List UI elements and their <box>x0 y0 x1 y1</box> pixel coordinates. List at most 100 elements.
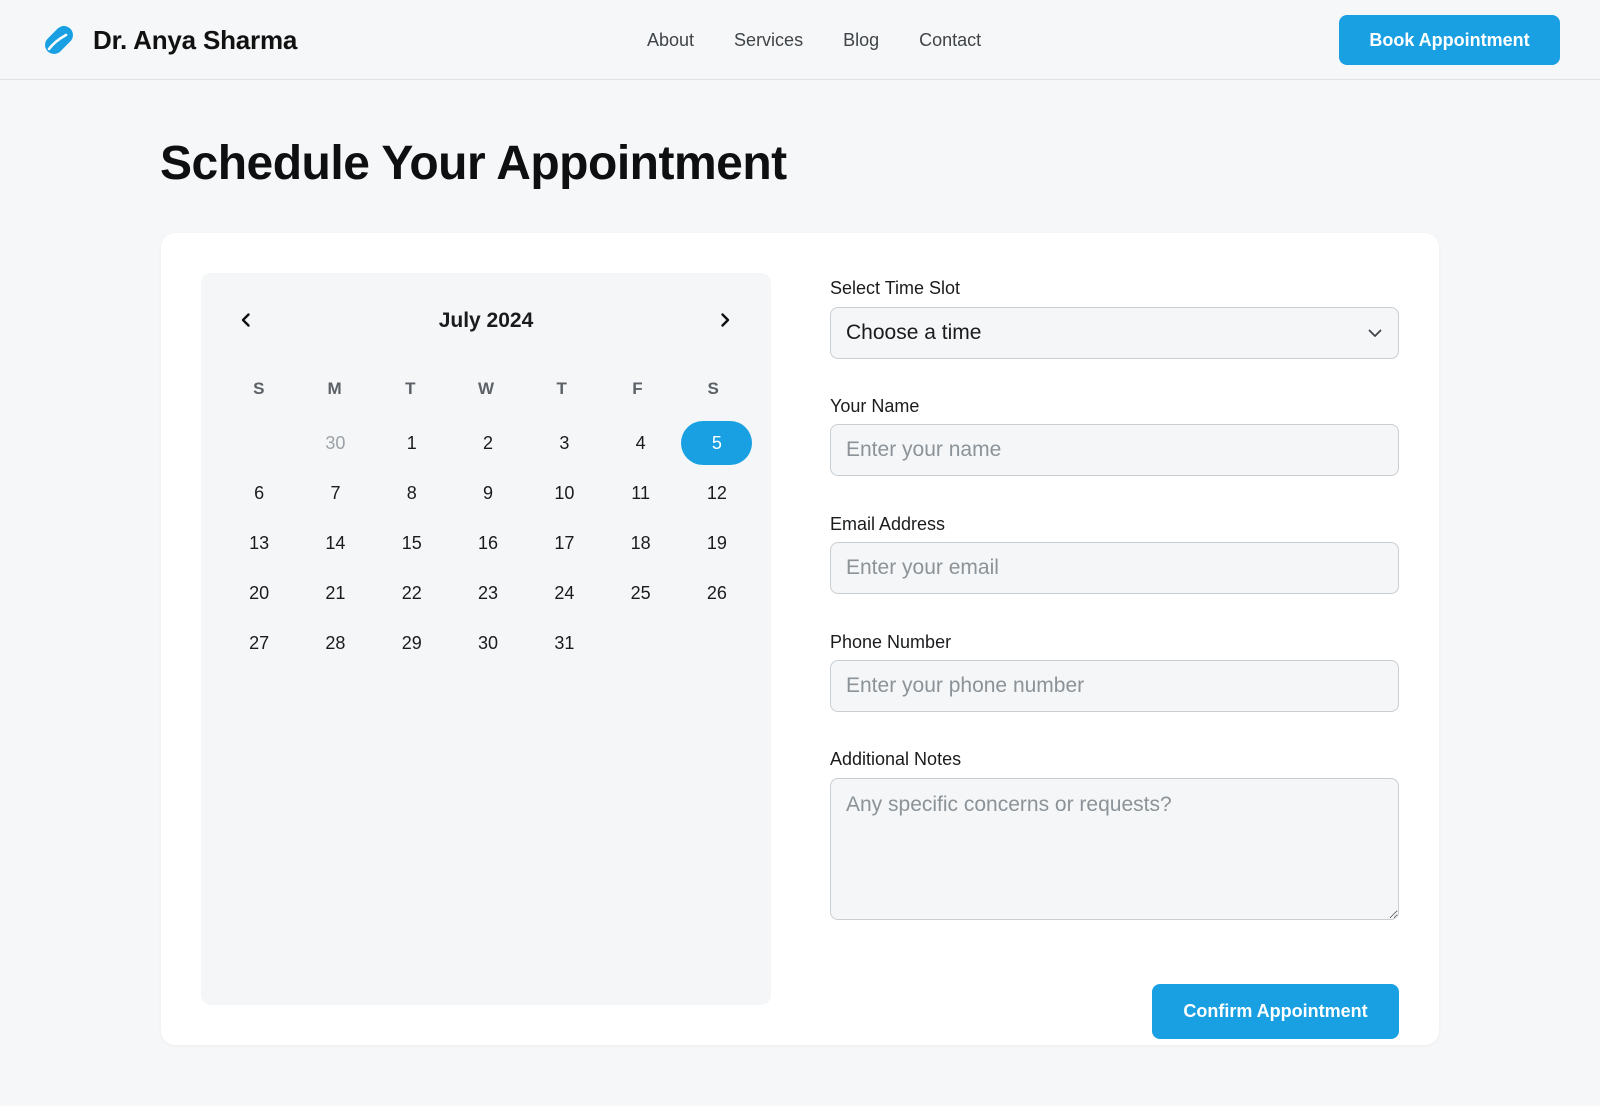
notes-label: Additional Notes <box>830 749 962 769</box>
calendar-weekdays: S M T W T F S <box>221 379 751 399</box>
calendar-day[interactable]: 18 <box>602 518 678 568</box>
calendar-day-empty <box>221 418 297 468</box>
calendar-day-label: 20 <box>249 582 270 603</box>
calendar-day-label: 28 <box>325 632 346 653</box>
calendar-day[interactable]: 27 <box>221 618 297 668</box>
calendar-day-label: 12 <box>706 482 727 503</box>
calendar-day-label: 16 <box>478 532 499 553</box>
calendar-day-label: 11 <box>631 482 650 503</box>
calendar-day-label: 1 <box>406 432 417 453</box>
calendar-day[interactable]: 24 <box>526 568 602 618</box>
calendar-days-grid: 30 1 2 3 4 5 6 7 8 9 10 11 12 13 14 15 16 17 18 19 20 21 22 23 2… <box>221 418 755 668</box>
weekday-label: T <box>405 379 416 398</box>
calendar-day-label: 25 <box>630 582 651 603</box>
calendar-day[interactable]: 6 <box>221 468 297 518</box>
calendar-day-selected[interactable]: 5 <box>679 418 755 468</box>
calendar-day[interactable]: 19 <box>679 518 755 568</box>
chevron-down-icon <box>1368 329 1382 337</box>
calendar-day[interactable]: 21 <box>297 568 373 618</box>
calendar-day-label: 3 <box>559 432 570 453</box>
calendar-day-label: 29 <box>401 632 422 653</box>
calendar-day[interactable]: 12 <box>679 468 755 518</box>
calendar-day-label: 2 <box>483 432 494 453</box>
calendar-day[interactable]: 30 <box>450 618 526 668</box>
calendar-day[interactable]: 7 <box>297 468 373 518</box>
calendar-day[interactable]: 2 <box>450 418 526 468</box>
appointment-card: July 2024 S M T W T F S 30 1 2 3 4 5 6 7 8 9 10 11 1… <box>161 233 1439 1045</box>
calendar-day[interactable]: 8 <box>374 468 450 518</box>
calendar-day-label: 30 <box>478 632 499 653</box>
pill-icon <box>40 21 78 59</box>
calendar-day[interactable]: 1 <box>374 418 450 468</box>
time-slot-select[interactable]: Choose a time <box>830 307 1399 359</box>
calendar-day-label: 7 <box>330 482 341 503</box>
calendar-day-label: 18 <box>630 532 651 553</box>
chevron-right-icon <box>721 313 730 327</box>
calendar-day-label: 31 <box>554 632 575 653</box>
calendar-day-label: 14 <box>325 532 346 553</box>
weekday-label: M <box>327 379 342 398</box>
nav-link-about[interactable]: About <box>647 27 694 53</box>
calendar: July 2024 S M T W T F S 30 1 2 3 4 5 6 7 8 9 10 11 1… <box>201 273 771 1005</box>
calendar-day[interactable]: 3 <box>526 418 602 468</box>
calendar-day[interactable]: 30 <box>297 418 373 468</box>
confirm-appointment-button[interactable]: Confirm Appointment <box>1152 984 1399 1039</box>
nav-link-services[interactable]: Services <box>734 27 803 53</box>
calendar-day-label: 8 <box>406 482 417 503</box>
calendar-day[interactable]: 15 <box>374 518 450 568</box>
weekday-label: W <box>477 379 495 398</box>
calendar-day[interactable]: 29 <box>374 618 450 668</box>
calendar-day-label: 26 <box>706 582 727 603</box>
page-title: Schedule Your Appointment <box>160 137 787 190</box>
calendar-day-label: 10 <box>554 482 575 503</box>
calendar-day[interactable]: 22 <box>374 568 450 618</box>
brand[interactable]: Dr. Anya Sharma <box>40 20 297 60</box>
calendar-day[interactable]: 20 <box>221 568 297 618</box>
nav-link-contact[interactable]: Contact <box>919 27 981 53</box>
weekday-label: T <box>556 379 567 398</box>
notes-textarea[interactable] <box>830 778 1399 920</box>
calendar-day-label: 9 <box>483 482 494 503</box>
calendar-day[interactable]: 26 <box>679 568 755 618</box>
email-input[interactable] <box>830 542 1399 594</box>
phone-label: Phone Number <box>830 632 952 652</box>
calendar-day[interactable]: 4 <box>602 418 678 468</box>
calendar-day-label: 22 <box>401 582 422 603</box>
calendar-day[interactable]: 14 <box>297 518 373 568</box>
calendar-day-label: 19 <box>706 532 727 553</box>
time-slot-label: Select Time Slot <box>830 278 961 298</box>
calendar-day[interactable]: 25 <box>602 568 678 618</box>
main-nav: About Services Blog Contact <box>647 27 1021 53</box>
calendar-day[interactable]: 11 <box>602 468 678 518</box>
calendar-day[interactable]: 16 <box>450 518 526 568</box>
calendar-day[interactable]: 28 <box>297 618 373 668</box>
calendar-day[interactable]: 23 <box>450 568 526 618</box>
book-appointment-button[interactable]: Book Appointment <box>1339 15 1560 65</box>
calendar-day[interactable]: 9 <box>450 468 526 518</box>
calendar-month-label: July 2024 <box>438 309 534 332</box>
calendar-day-label: 21 <box>325 582 346 603</box>
name-input[interactable] <box>830 424 1399 476</box>
calendar-day[interactable]: 17 <box>526 518 602 568</box>
weekday-label: S <box>253 379 265 398</box>
phone-input[interactable] <box>830 660 1399 712</box>
nav-link-blog[interactable]: Blog <box>843 27 879 53</box>
calendar-day[interactable]: 10 <box>526 468 602 518</box>
site-header: Dr. Anya Sharma About Services Blog Cont… <box>0 0 1600 80</box>
calendar-day-label: 13 <box>249 532 270 553</box>
name-label: Your Name <box>830 396 920 416</box>
calendar-day[interactable]: 13 <box>221 518 297 568</box>
weekday-label: S <box>707 379 719 398</box>
next-month-button[interactable] <box>710 305 740 335</box>
calendar-day-label: 17 <box>554 532 575 553</box>
calendar-day-label: 24 <box>554 582 575 603</box>
calendar-day-label: 4 <box>635 432 646 453</box>
calendar-day[interactable]: 31 <box>526 618 602 668</box>
brand-name: Dr. Anya Sharma <box>93 24 298 55</box>
calendar-day-label: 6 <box>254 482 265 503</box>
calendar-day-label: 15 <box>401 532 422 553</box>
calendar-day-label: 27 <box>249 632 270 653</box>
calendar-day-label: 23 <box>478 582 499 603</box>
calendar-day-label: 30 <box>325 432 346 453</box>
weekday-label: F <box>632 379 643 398</box>
